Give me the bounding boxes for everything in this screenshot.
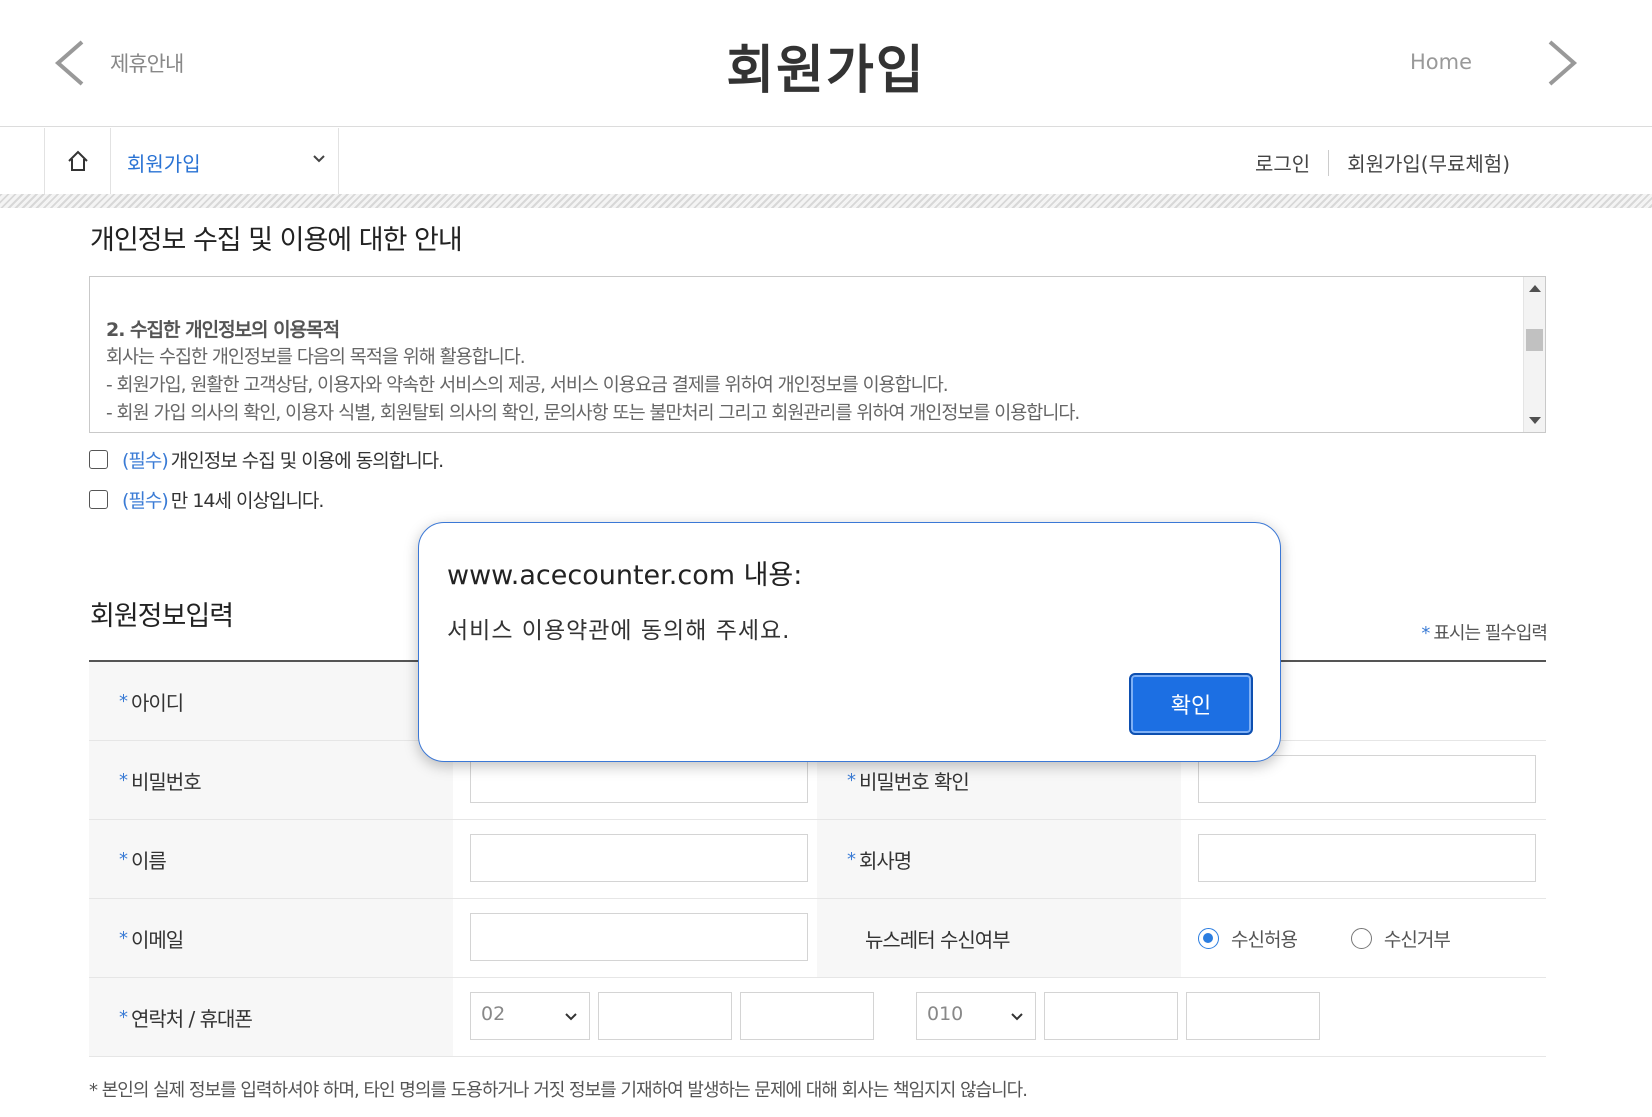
agree-privacy-label: 개인정보 수집 및 이용에 동의합니다. <box>170 450 444 472</box>
email-input[interactable] <box>470 913 808 961</box>
terms-line: 회사는 수집한 개인정보를 다음의 목적을 위해 활용합니다. <box>106 347 526 368</box>
label-text: 연락처 / 휴대폰 <box>131 1006 253 1031</box>
dialog-message: 서비스 이용약관에 동의해 주세요. <box>447 618 791 644</box>
agree-age-checkbox[interactable] <box>89 490 108 509</box>
nav-section-select[interactable]: 회원가입 <box>111 128 339 194</box>
required-tag: (필수) <box>122 450 169 472</box>
privacy-title: 개인정보 수집 및 이용에 대한 안내 <box>90 225 463 256</box>
nav-links: 로그인 회원가입(무료체험) <box>1237 148 1528 177</box>
label-password: * 비밀번호 <box>89 741 453 819</box>
terms-line: - 회원 가입 의사의 확인, 이용자 식별, 회원탈퇴 의사의 확인, 문의사… <box>106 403 1080 424</box>
required-star: * <box>119 769 128 791</box>
required-star: * <box>119 927 128 949</box>
chevron-down-icon <box>313 155 325 163</box>
radio-label: 수신허용 <box>1231 928 1298 951</box>
newsletter-accept-radio[interactable] <box>1198 927 1219 949</box>
required-star: * <box>119 690 128 712</box>
nav-bar: 회원가입 로그인 회원가입(무료체험) <box>0 128 1652 194</box>
form-row-email: * 이메일 뉴스레터 수신여부 수신허용 수신거부 <box>89 899 1546 978</box>
nav-select-label: 회원가입 <box>127 152 201 176</box>
label-company: * 회사명 <box>817 820 1181 898</box>
select-value: 010 <box>927 1003 964 1025</box>
label-email: * 이메일 <box>89 899 453 977</box>
alert-dialog: www.acecounter.com 내용: 서비스 이용약관에 동의해 주세요… <box>418 522 1281 762</box>
company-input[interactable] <box>1198 834 1536 882</box>
required-star: * <box>1421 623 1430 644</box>
newsletter-reject-option[interactable]: 수신거부 <box>1350 925 1451 952</box>
terms-scrollbar[interactable] <box>1523 277 1545 432</box>
nav-home-button[interactable] <box>44 128 111 194</box>
required-star: * <box>847 769 856 791</box>
newsletter-radio-group: 수신허용 수신거부 <box>1198 899 1504 977</box>
home-link[interactable]: Home <box>1410 50 1472 74</box>
required-tag: (필수) <box>122 490 169 512</box>
dialog-title: www.acecounter.com 내용: <box>447 560 803 591</box>
page-title: 회원가입 <box>726 41 926 101</box>
radio-label: 수신거부 <box>1383 928 1451 951</box>
mobile-middle-input[interactable] <box>1044 992 1178 1040</box>
agree-age-row: (필수) 만 14세 이상입니다. <box>89 486 325 513</box>
label-newsletter: 뉴스레터 수신여부 <box>817 899 1181 977</box>
terms-scroll-box[interactable]: 2. 수집한 개인정보의 이용목적 회사는 수집한 개인정보를 다음의 목적을 … <box>89 276 1546 433</box>
password-input[interactable] <box>470 755 808 803</box>
disclaimer-note: * 본인의 실제 정보를 입력하셔야 하며, 타인 명의를 도용하거나 거짓 정… <box>89 1080 1028 1101</box>
newsletter-accept-option[interactable]: 수신허용 <box>1198 925 1298 952</box>
signup-link[interactable]: 회원가입(무료체험) <box>1329 148 1528 177</box>
phone-area-select[interactable]: 02 <box>470 992 590 1040</box>
scroll-thumb[interactable] <box>1526 329 1543 351</box>
terms-heading: 2. 수집한 개인정보의 이용목적 <box>106 319 340 341</box>
label-id: * 아이디 <box>89 662 453 740</box>
home-icon <box>67 150 88 171</box>
select-value: 02 <box>481 1003 506 1025</box>
phone-middle-input[interactable] <box>598 992 732 1040</box>
mobile-last-input[interactable] <box>1186 992 1320 1040</box>
label-text: 비밀번호 <box>131 769 202 794</box>
required-note: * 표시는 필수입력 <box>1421 619 1548 645</box>
scroll-down-arrow-icon[interactable] <box>1529 417 1541 424</box>
label-text: 아이디 <box>131 690 184 715</box>
required-note-text: 표시는 필수입력 <box>1433 623 1548 644</box>
required-star: * <box>847 848 856 870</box>
agree-privacy-checkbox[interactable] <box>89 450 108 469</box>
required-star: * <box>119 848 128 870</box>
label-text: 뉴스레터 수신여부 <box>865 927 1011 952</box>
label-name: * 이름 <box>89 820 453 898</box>
chevron-down-icon <box>565 1013 577 1021</box>
mobile-prefix-select[interactable]: 010 <box>916 992 1036 1040</box>
phone-last-input[interactable] <box>740 992 874 1040</box>
label-text: 회사명 <box>859 848 912 873</box>
hatch-divider <box>0 194 1652 208</box>
chevron-right-icon[interactable] <box>1544 38 1580 88</box>
newsletter-reject-radio[interactable] <box>1350 927 1372 949</box>
scroll-up-arrow-icon[interactable] <box>1529 285 1541 292</box>
member-info-title: 회원정보입력 <box>90 601 234 632</box>
label-text: 이메일 <box>131 927 184 952</box>
agree-privacy-row: (필수) 개인정보 수집 및 이용에 동의합니다. <box>89 446 444 473</box>
chevron-down-icon <box>1011 1013 1023 1021</box>
dialog-ok-button[interactable]: 확인 <box>1129 673 1253 735</box>
top-header: 제휴안내 회원가입 Home <box>0 0 1652 127</box>
password-confirm-input[interactable] <box>1198 755 1536 803</box>
label-text: 이름 <box>131 848 167 873</box>
label-text: 비밀번호 확인 <box>859 769 970 794</box>
form-row-phone: * 연락처 / 휴대폰 02 010 <box>89 978 1546 1057</box>
form-row-name: * 이름 * 회사명 <box>89 820 1546 899</box>
label-phone: * 연락처 / 휴대폰 <box>89 978 453 1056</box>
agree-age-label: 만 14세 이상입니다. <box>170 490 325 512</box>
terms-line: - 회원가입, 원활한 고객상담, 이용자와 약속한 서비스의 제공, 서비스 … <box>106 375 949 396</box>
name-input[interactable] <box>470 834 808 882</box>
login-link[interactable]: 로그인 <box>1237 148 1328 177</box>
required-star: * <box>119 1006 128 1028</box>
